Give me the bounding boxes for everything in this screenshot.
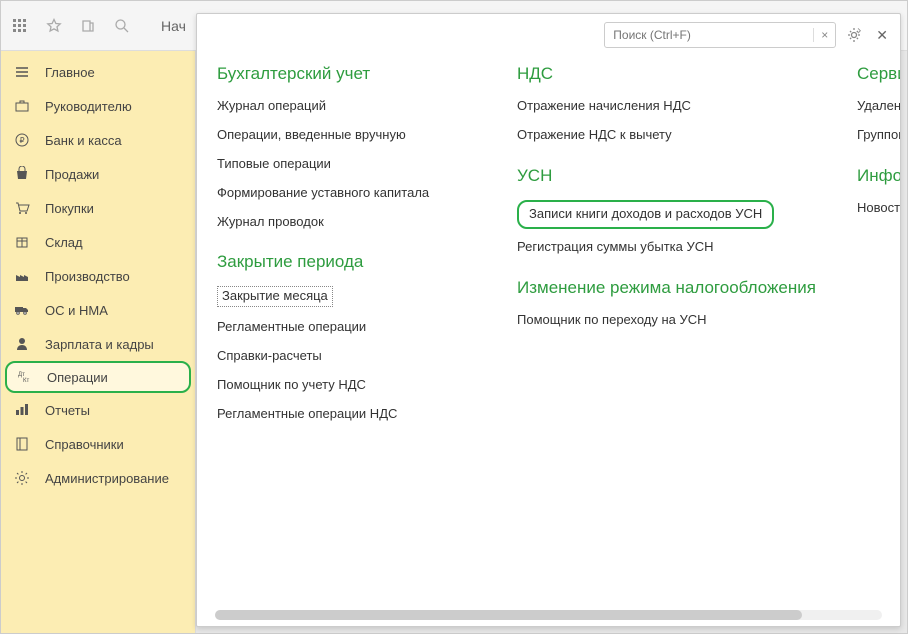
section-title: Изменение режима налогообложения bbox=[517, 278, 817, 298]
ruble-icon: ₽ bbox=[13, 131, 31, 149]
briefcase-icon bbox=[13, 97, 31, 115]
link-delete-by[interactable]: Удаление по bbox=[857, 98, 900, 115]
sidebar-item-label: Производство bbox=[45, 269, 130, 284]
person-icon bbox=[13, 335, 31, 353]
link-journal-operations[interactable]: Журнал операций bbox=[217, 98, 477, 115]
section-title: НДС bbox=[517, 64, 817, 84]
link-journal-entries[interactable]: Журнал проводок bbox=[217, 214, 477, 231]
link-usn-book-entries[interactable]: Записи книги доходов и расходов УСН bbox=[517, 200, 774, 229]
sidebar-item-main[interactable]: Главное bbox=[1, 55, 195, 89]
sidebar-item-admin[interactable]: Администрирование bbox=[1, 461, 195, 495]
box-icon bbox=[13, 233, 31, 251]
section-title: Бухгалтерский учет bbox=[217, 64, 477, 84]
factory-icon bbox=[13, 267, 31, 285]
section-usn: УСН Записи книги доходов и расходов УСН … bbox=[517, 166, 817, 256]
svg-text:Кт: Кт bbox=[23, 378, 29, 384]
link-usn-loss-registration[interactable]: Регистрация суммы убытка УСН bbox=[517, 239, 817, 256]
section-tax-regime: Изменение режима налогообложения Помощни… bbox=[517, 278, 817, 329]
horizontal-scrollbar[interactable] bbox=[215, 610, 882, 620]
link-vat-accrual[interactable]: Отражение начисления НДС bbox=[517, 98, 817, 115]
link-vat-deduction[interactable]: Отражение НДС к вычету bbox=[517, 127, 817, 144]
section-accounting: Бухгалтерский учет Журнал операций Опера… bbox=[217, 64, 477, 230]
sidebar-item-warehouse[interactable]: Склад bbox=[1, 225, 195, 259]
sidebar-item-purchases[interactable]: Покупки bbox=[1, 191, 195, 225]
sidebar-item-label: Покупки bbox=[45, 201, 94, 216]
sidebar: Главное Руководителю ₽ Банк и касса Прод… bbox=[1, 51, 196, 633]
column-1: Бухгалтерский учет Журнал операций Опера… bbox=[217, 64, 477, 626]
svg-text:₽: ₽ bbox=[19, 136, 24, 145]
sidebar-item-salary[interactable]: Зарплата и кадры bbox=[1, 327, 195, 361]
link-news[interactable]: Новости bbox=[857, 200, 900, 217]
sidebar-item-assets[interactable]: ОС и НМА bbox=[1, 293, 195, 327]
sidebar-item-label: Справочники bbox=[45, 437, 124, 452]
section-service: Сервис Удаление по Групповое пе bbox=[857, 64, 900, 144]
clear-icon[interactable]: × bbox=[813, 28, 835, 42]
search-input[interactable] bbox=[605, 28, 813, 42]
search-icon[interactable] bbox=[111, 15, 133, 37]
link-group-op[interactable]: Групповое пе bbox=[857, 127, 900, 144]
sidebar-item-label: Руководителю bbox=[45, 99, 132, 114]
tab-start[interactable]: Нач bbox=[161, 18, 186, 34]
section-title: Закрытие периода bbox=[217, 252, 477, 272]
sidebar-item-label: Зарплата и кадры bbox=[45, 337, 154, 352]
chart-icon bbox=[13, 401, 31, 419]
sidebar-item-label: Администрирование bbox=[45, 471, 169, 486]
section-title: УСН bbox=[517, 166, 817, 186]
sidebar-item-sales[interactable]: Продажи bbox=[1, 157, 195, 191]
link-usn-transition-assistant[interactable]: Помощник по переходу на УСН bbox=[517, 312, 817, 329]
sidebar-item-directories[interactable]: Справочники bbox=[1, 427, 195, 461]
section-vat: НДС Отражение начисления НДС Отражение Н… bbox=[517, 64, 817, 144]
column-3: Сервис Удаление по Групповое пе Информац… bbox=[857, 64, 900, 626]
sidebar-item-label: Отчеты bbox=[45, 403, 90, 418]
sidebar-item-manager[interactable]: Руководителю bbox=[1, 89, 195, 123]
panel-body: Бухгалтерский учет Журнал операций Опера… bbox=[197, 56, 900, 626]
link-capital-formation[interactable]: Формирование уставного капитала bbox=[217, 185, 477, 202]
section-information: Информация Новости bbox=[857, 166, 900, 217]
section-title: Информация bbox=[857, 166, 900, 186]
sidebar-item-label: ОС и НМА bbox=[45, 303, 108, 318]
sidebar-item-label: Склад bbox=[45, 235, 83, 250]
history-icon[interactable] bbox=[77, 15, 99, 37]
close-icon[interactable]: ✕ bbox=[876, 27, 888, 44]
gear-icon bbox=[13, 469, 31, 487]
sidebar-item-bank[interactable]: ₽ Банк и касса bbox=[1, 123, 195, 157]
bag-icon bbox=[13, 165, 31, 183]
link-month-close[interactable]: Закрытие месяца bbox=[217, 286, 333, 307]
sidebar-item-label: Главное bbox=[45, 65, 95, 80]
link-typical-operations[interactable]: Типовые операции bbox=[217, 156, 477, 173]
link-manual-operations[interactable]: Операции, введенные вручную bbox=[217, 127, 477, 144]
book-icon bbox=[13, 435, 31, 453]
panel-header: × ✕ bbox=[197, 14, 900, 56]
link-regulated-vat[interactable]: Регламентные операции НДС bbox=[217, 406, 477, 423]
scrollbar-thumb[interactable] bbox=[215, 610, 802, 620]
link-regulated-operations[interactable]: Регламентные операции bbox=[217, 319, 477, 336]
cart-icon bbox=[13, 199, 31, 217]
sidebar-item-operations[interactable]: ДтКт Операции bbox=[5, 361, 191, 393]
settings-icon[interactable] bbox=[846, 26, 866, 44]
sidebar-item-label: Продажи bbox=[45, 167, 99, 182]
apps-icon[interactable] bbox=[9, 15, 31, 37]
truck-icon bbox=[13, 301, 31, 319]
star-icon[interactable] bbox=[43, 15, 65, 37]
section-title: Сервис bbox=[857, 64, 900, 84]
menu-icon bbox=[13, 63, 31, 81]
column-2: НДС Отражение начисления НДС Отражение Н… bbox=[517, 64, 817, 626]
sidebar-item-production[interactable]: Производство bbox=[1, 259, 195, 293]
sidebar-item-reports[interactable]: Отчеты bbox=[1, 393, 195, 427]
operations-panel: × ✕ Бухгалтерский учет Журнал операций О… bbox=[196, 13, 901, 627]
operations-icon: ДтКт bbox=[15, 368, 33, 386]
sidebar-item-label: Операции bbox=[47, 370, 108, 385]
link-reference-calculations[interactable]: Справки-расчеты bbox=[217, 348, 477, 365]
search-box: × bbox=[604, 22, 836, 48]
section-period-close: Закрытие периода Закрытие месяца Регламе… bbox=[217, 252, 477, 422]
sidebar-item-label: Банк и касса bbox=[45, 133, 122, 148]
link-vat-assistant[interactable]: Помощник по учету НДС bbox=[217, 377, 477, 394]
